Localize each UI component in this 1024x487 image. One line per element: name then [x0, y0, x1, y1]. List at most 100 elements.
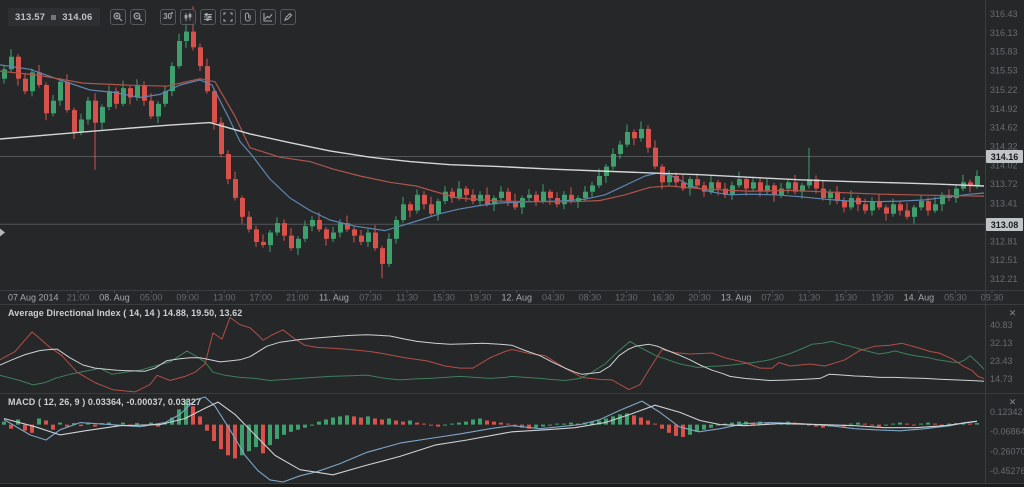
magnifier-minus-icon — [133, 12, 143, 22]
candle-body — [394, 220, 399, 239]
candle-body — [212, 91, 217, 123]
candle-body — [842, 201, 847, 208]
macd-histogram-bar — [352, 416, 356, 425]
attach-button[interactable] — [239, 9, 256, 25]
price-axis-label: 312.51 — [990, 255, 1018, 265]
macd-histogram-bar — [275, 424, 279, 439]
candle-body — [548, 191, 553, 198]
candle-body — [338, 223, 343, 233]
candle-body — [79, 119, 84, 133]
candle-body — [695, 179, 700, 186]
timeframe-button[interactable]: 30 — [159, 9, 176, 25]
indicators-button[interactable] — [199, 9, 216, 25]
macd-histogram-bar — [464, 421, 468, 425]
candle-body — [611, 154, 616, 167]
candle-body — [415, 194, 420, 211]
time-axis-label: 09:00 — [176, 293, 199, 303]
candle-body — [303, 226, 308, 239]
time-axis-label: 21:00 — [67, 293, 90, 303]
time-axis-label: 19:30 — [871, 293, 894, 303]
candle-body — [849, 198, 854, 208]
candle-body — [632, 132, 637, 139]
chart-type-button[interactable] — [179, 9, 196, 25]
time-axis-label: 15:30 — [834, 293, 857, 303]
candle-body — [359, 235, 364, 242]
candle-body — [779, 188, 784, 195]
macd-histogram-bar — [331, 417, 335, 425]
macd-axis-label: -0.45276 — [990, 466, 1024, 476]
candle-body — [317, 220, 322, 230]
candle-body — [142, 85, 147, 101]
candle-body — [184, 31, 189, 41]
time-axis-label: 12. Aug — [501, 293, 532, 303]
candle-body — [219, 122, 224, 154]
macd-panel-title[interactable]: MACD ( 12, 26, 9 ) 0.03364, -0.00037, 0.… — [8, 397, 201, 407]
candle-body — [786, 182, 791, 189]
candle-body — [408, 204, 413, 211]
macd-histogram-bar — [408, 420, 412, 425]
candle-body — [198, 47, 203, 67]
time-axis-label: 17:00 — [250, 293, 273, 303]
price-tag-upper: 314.16 — [986, 150, 1023, 163]
macd-axis-label: -0.06864 — [990, 427, 1024, 437]
macd-histogram-bar — [268, 424, 272, 446]
time-axis-label: 16:30 — [652, 293, 675, 303]
macd-histogram-bar — [198, 416, 202, 425]
macd-histogram-bar — [79, 424, 83, 427]
price-axis-label: 312.81 — [990, 236, 1018, 246]
candle-body — [863, 204, 868, 211]
macd-histogram-bar — [394, 420, 398, 425]
macd-histogram-bar — [534, 424, 538, 428]
candle-body — [597, 176, 602, 186]
candle-body — [583, 191, 588, 198]
chart-canvas[interactable]: 316.43 316.13 315.83 315.53 315.22 314.92 314.… — [0, 0, 1024, 487]
adx-axis-label: 40.83 — [990, 320, 1013, 330]
macd-histogram-bar — [135, 423, 139, 425]
macd-histogram-bar — [618, 414, 622, 425]
price-tag-lower: 313.08 — [986, 218, 1023, 231]
macd-histogram-bar — [870, 424, 874, 426]
adx-minus-di-line — [0, 340, 985, 386]
zoom-out-button[interactable] — [129, 9, 146, 25]
candle-body — [296, 238, 301, 249]
candle-body — [324, 229, 329, 239]
candle-body — [940, 194, 945, 205]
line-chart-button[interactable] — [259, 9, 276, 25]
candle-body — [870, 201, 875, 211]
macd-histogram-bar — [37, 418, 41, 425]
candle-body — [240, 198, 245, 217]
buy-price-button[interactable]: 314.06 — [62, 12, 92, 23]
trading-chart-window: 316.43 316.13 315.83 315.53 315.22 314.92 314.… — [0, 0, 1024, 487]
macd-histogram-bar — [324, 419, 328, 425]
macd-panel-close-button[interactable]: ✕ — [1006, 396, 1019, 409]
macd-histogram-bar — [555, 423, 559, 425]
adx-panel-close-button[interactable]: ✕ — [1006, 307, 1019, 320]
macd-histogram-bar — [933, 423, 937, 425]
zoom-in-button[interactable] — [109, 9, 126, 25]
price-axis-label: 316.13 — [990, 28, 1018, 38]
candle-body — [86, 100, 91, 120]
candle-body — [471, 194, 476, 202]
candle-body — [121, 88, 126, 104]
candle-body — [541, 191, 546, 202]
candle-body — [205, 66, 210, 92]
macd-histogram-bar — [891, 423, 895, 425]
candle-body — [247, 216, 252, 230]
macd-histogram-bar — [674, 424, 678, 436]
time-axis-label: 08. Aug — [99, 293, 130, 303]
sell-price-button[interactable]: 313.57 — [15, 12, 45, 23]
macd-histogram-bar — [429, 424, 433, 426]
macd-histogram-bar — [499, 422, 503, 425]
time-axis-label: 19:30 — [469, 293, 492, 303]
candle-body — [93, 100, 98, 123]
expand-icon — [222, 12, 233, 22]
macd-histogram-bar — [898, 422, 902, 425]
macd-histogram-bar — [177, 409, 181, 425]
draw-button[interactable] — [279, 9, 296, 25]
macd-histogram-bar — [373, 418, 377, 425]
candle-body — [331, 232, 336, 239]
adx-panel-title[interactable]: Average Directional Index ( 14, 14 ) 14.… — [8, 308, 242, 318]
candle-body — [254, 229, 259, 242]
expand-button[interactable] — [219, 9, 236, 25]
time-axis-label: 11. Aug — [319, 293, 349, 303]
